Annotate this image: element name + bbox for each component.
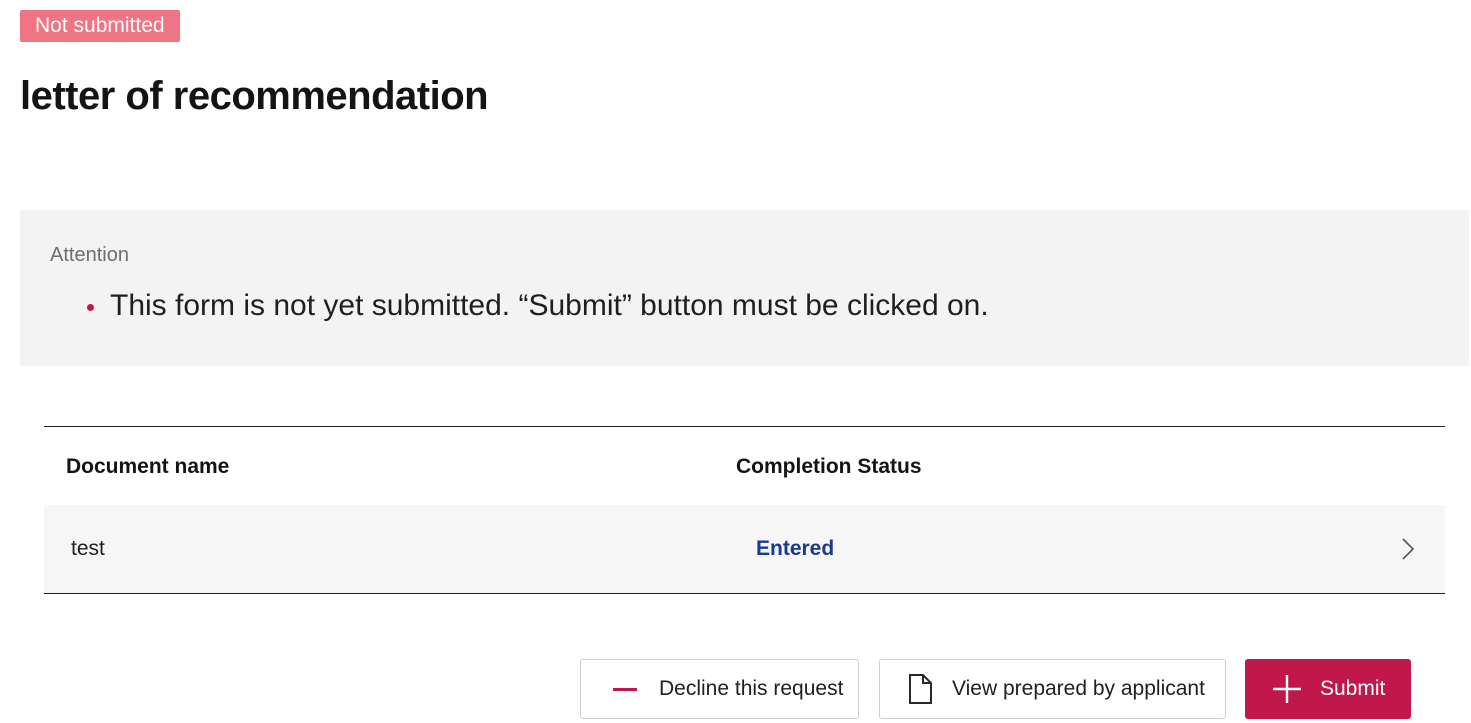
submit-button[interactable]: Submit (1245, 659, 1411, 719)
column-header-completion-status: Completion Status (736, 455, 922, 478)
page-title: letter of recommendation (20, 74, 489, 118)
decline-request-button[interactable]: Decline this request (580, 659, 859, 719)
submit-label: Submit (1320, 677, 1386, 700)
notice-item-text: This form is not yet submitted. “Submit”… (110, 289, 989, 322)
notice-item: This form is not yet submitted. “Submit”… (82, 286, 989, 326)
page: Not submitted letter of recommendation A… (0, 0, 1471, 723)
document-name-cell: test (71, 537, 105, 560)
view-prepared-button[interactable]: View prepared by applicant (879, 659, 1226, 719)
column-header-document-name: Document name (66, 455, 230, 478)
completion-status-cell: Entered (756, 537, 835, 560)
bullet-icon (87, 304, 94, 311)
status-badge: Not submitted (20, 10, 180, 42)
view-prepared-label: View prepared by applicant (952, 677, 1205, 700)
decline-request-label: Decline this request (659, 677, 844, 700)
table-header: Document name Completion Status (44, 427, 1445, 505)
plus-icon (1273, 675, 1301, 703)
notice-label: Attention (50, 244, 129, 266)
chevron-right-icon[interactable] (1397, 537, 1419, 561)
minus-icon (613, 687, 637, 691)
table-row[interactable]: test Entered (44, 505, 1445, 593)
file-icon (909, 674, 932, 704)
attention-notice: Attention This form is not yet submitted… (20, 210, 1469, 366)
documents-table: Document name Completion Status test Ent… (44, 426, 1445, 594)
notice-list: This form is not yet submitted. “Submit”… (82, 286, 989, 326)
